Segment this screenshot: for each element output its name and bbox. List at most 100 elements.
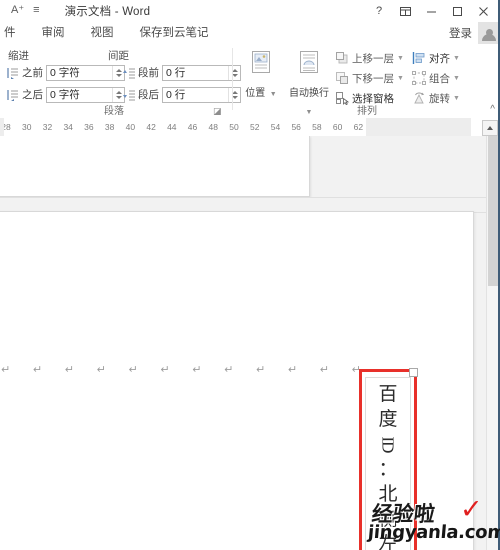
minimize-icon bbox=[426, 11, 436, 12]
ruler-tick-label: 32 bbox=[42, 122, 53, 132]
ruler-tick-label: 48 bbox=[208, 122, 218, 132]
window-title: 演示文档 - Word bbox=[64, 6, 151, 18]
group-divider bbox=[232, 48, 233, 110]
ruler-tick-label: 36 bbox=[84, 122, 94, 132]
space-before-label: 段前 bbox=[138, 67, 159, 79]
group-objects-button[interactable]: 组合 ▼ bbox=[412, 70, 460, 86]
paragraph-dialog-launcher[interactable]: ◪ bbox=[213, 107, 222, 116]
send-backward-icon bbox=[335, 71, 349, 85]
ruler-tick-label: 50 bbox=[229, 122, 239, 132]
help-button[interactable]: ? bbox=[366, 0, 392, 22]
tab-file[interactable]: 件 bbox=[0, 22, 29, 44]
wrap-text-icon bbox=[294, 51, 324, 82]
chevron-down-icon[interactable]: ▼ bbox=[453, 75, 460, 82]
chevron-down-icon[interactable]: ▼ bbox=[397, 55, 404, 62]
scroll-up-button[interactable] bbox=[482, 120, 498, 136]
vertical-textbox[interactable]: 百度ID：北恻左一 bbox=[359, 368, 418, 550]
paragraph-mark: ↵ bbox=[287, 363, 298, 376]
ruler-tick-label: 44 bbox=[167, 122, 177, 132]
font-grow-icon[interactable]: A⁺ bbox=[11, 4, 24, 16]
ruler-margin-right bbox=[366, 118, 471, 136]
paragraph-marks-row: ↵ ↵ ↵ ↵ ↵ ↵ ↵ ↵ ↵ ↵ ↵ ↵ bbox=[1, 364, 361, 375]
indent-after-value: 0 字符 bbox=[50, 88, 80, 101]
paragraph-mark: ↵ bbox=[1, 363, 11, 376]
ruler-tick-label: 54 bbox=[270, 122, 281, 132]
wrap-text-label: 自动换行 bbox=[289, 88, 329, 99]
space-before-icon bbox=[122, 66, 136, 80]
space-before-row: 段前 0 行 bbox=[122, 64, 241, 81]
chevron-down-icon[interactable]: ▼ bbox=[397, 75, 404, 82]
stepper-up-icon[interactable] bbox=[115, 90, 122, 94]
tab-save-to-cloud-note[interactable]: 保存到云笔记 bbox=[127, 22, 222, 44]
ruler-tick-label: 46 bbox=[187, 122, 198, 132]
spacing-heading: 间距 bbox=[108, 50, 129, 62]
textbox-resize-handle[interactable] bbox=[409, 368, 418, 377]
bring-forward-label: 上移一层 bbox=[352, 52, 394, 65]
maximize-button[interactable] bbox=[444, 0, 470, 22]
stepper-down-icon[interactable] bbox=[115, 73, 122, 77]
collapse-ribbon-button[interactable]: ^ bbox=[490, 104, 495, 115]
position-label: 位置 bbox=[245, 88, 266, 99]
user-avatar[interactable] bbox=[478, 22, 500, 44]
space-after-spinbox[interactable]: 0 行 bbox=[162, 86, 241, 103]
chevron-down-icon[interactable]: ▼ bbox=[270, 91, 277, 98]
space-after-value: 0 行 bbox=[166, 88, 186, 101]
ruler-tick-label: 34 bbox=[63, 122, 73, 132]
chevron-down-icon[interactable]: ▼ bbox=[453, 55, 460, 62]
word-window: A⁺ ≡ 演示文档 - Word ? 件 审阅 视图 保存到云笔记 登录 缩进 … bbox=[0, 0, 500, 550]
space-after-icon bbox=[122, 88, 136, 102]
indent-before-spinbox[interactable]: 0 字符 bbox=[46, 64, 125, 81]
align-objects-button[interactable]: 对齐 ▼ bbox=[412, 50, 460, 66]
bring-forward-icon bbox=[335, 51, 349, 65]
account-area: 登录 bbox=[449, 22, 500, 44]
tab-review[interactable]: 审阅 bbox=[29, 22, 78, 44]
indent-before-value: 0 字符 bbox=[50, 66, 80, 79]
ruler-tick-label: 52 bbox=[249, 122, 260, 132]
indent-before-row: 之前 0 字符 bbox=[6, 64, 125, 81]
ruler-tick-label: 62 bbox=[353, 122, 364, 132]
window-controls: ? bbox=[366, 0, 496, 22]
space-before-spinbox[interactable]: 0 行 bbox=[162, 64, 241, 81]
group-objects-icon bbox=[412, 71, 426, 85]
document-canvas[interactable]: ↵↵↵↵↵↵↵↵↵↵↵↵ ↵ 百度ID：北恻左一 bbox=[0, 136, 500, 550]
position-icon bbox=[246, 51, 276, 82]
group-objects-label: 组合 bbox=[429, 72, 450, 85]
document-page[interactable]: ↵↵↵↵↵↵↵↵↵↵↵↵ ↵ 百度ID：北恻左一 bbox=[0, 211, 474, 550]
send-backward-button[interactable]: 下移一层 ▼ bbox=[335, 70, 404, 86]
position-button[interactable]: 位置 ▼ bbox=[239, 48, 283, 101]
chevron-down-icon[interactable]: ▼ bbox=[453, 95, 460, 102]
textbox-vertical-text: 百度ID：北恻左一 bbox=[366, 382, 410, 550]
paragraph-mark: ↵ bbox=[224, 363, 234, 376]
minimize-button[interactable] bbox=[418, 0, 444, 22]
ruler-tick-label: 42 bbox=[146, 122, 156, 132]
paragraph-mark: ↵ bbox=[160, 363, 170, 376]
close-button[interactable] bbox=[470, 0, 496, 22]
title-bar: A⁺ ≡ 演示文档 - Word ? bbox=[0, 0, 500, 22]
previous-page-bottom bbox=[0, 136, 310, 197]
signin-button[interactable]: 登录 bbox=[449, 25, 478, 41]
maximize-icon bbox=[452, 6, 462, 16]
customize-qat-icon[interactable]: ≡ bbox=[33, 4, 39, 16]
textbox-character: 百 bbox=[378, 383, 398, 405]
textbox-character: 度 bbox=[378, 408, 398, 430]
tab-view[interactable]: 视图 bbox=[78, 22, 127, 44]
stepper-up-icon[interactable] bbox=[115, 68, 122, 72]
ribbon-display-options-button[interactable] bbox=[392, 0, 418, 22]
indent-left-icon bbox=[6, 66, 20, 80]
ruler-margin-left bbox=[0, 118, 4, 136]
send-backward-label: 下移一层 bbox=[352, 72, 394, 85]
indent-after-spinbox[interactable]: 0 字符 bbox=[46, 86, 125, 103]
ribbon-tabs: 件 审阅 视图 保存到云笔记 bbox=[0, 22, 500, 44]
space-before-value: 0 行 bbox=[166, 66, 186, 79]
help-icon: ? bbox=[375, 5, 383, 17]
ribbon-display-options-icon bbox=[399, 6, 411, 16]
ruler-tick-label: 40 bbox=[125, 122, 136, 132]
quick-access-toolbar: A⁺ ≡ bbox=[0, 0, 40, 22]
horizontal-ruler[interactable]: 2830323436384042444648505254565860626466… bbox=[0, 118, 500, 137]
stepper-down-icon[interactable] bbox=[115, 95, 122, 99]
indent-before-label: 之前 bbox=[22, 67, 43, 79]
bring-forward-button[interactable]: 上移一层 ▼ bbox=[335, 50, 404, 66]
close-icon bbox=[478, 6, 488, 16]
ribbon-group-paragraph: 缩进 间距 之前 0 字符 之后 0 字符 段前 0 行 段后 0 行 段落 ◪ bbox=[0, 44, 241, 118]
triangle-up-icon bbox=[487, 126, 493, 130]
